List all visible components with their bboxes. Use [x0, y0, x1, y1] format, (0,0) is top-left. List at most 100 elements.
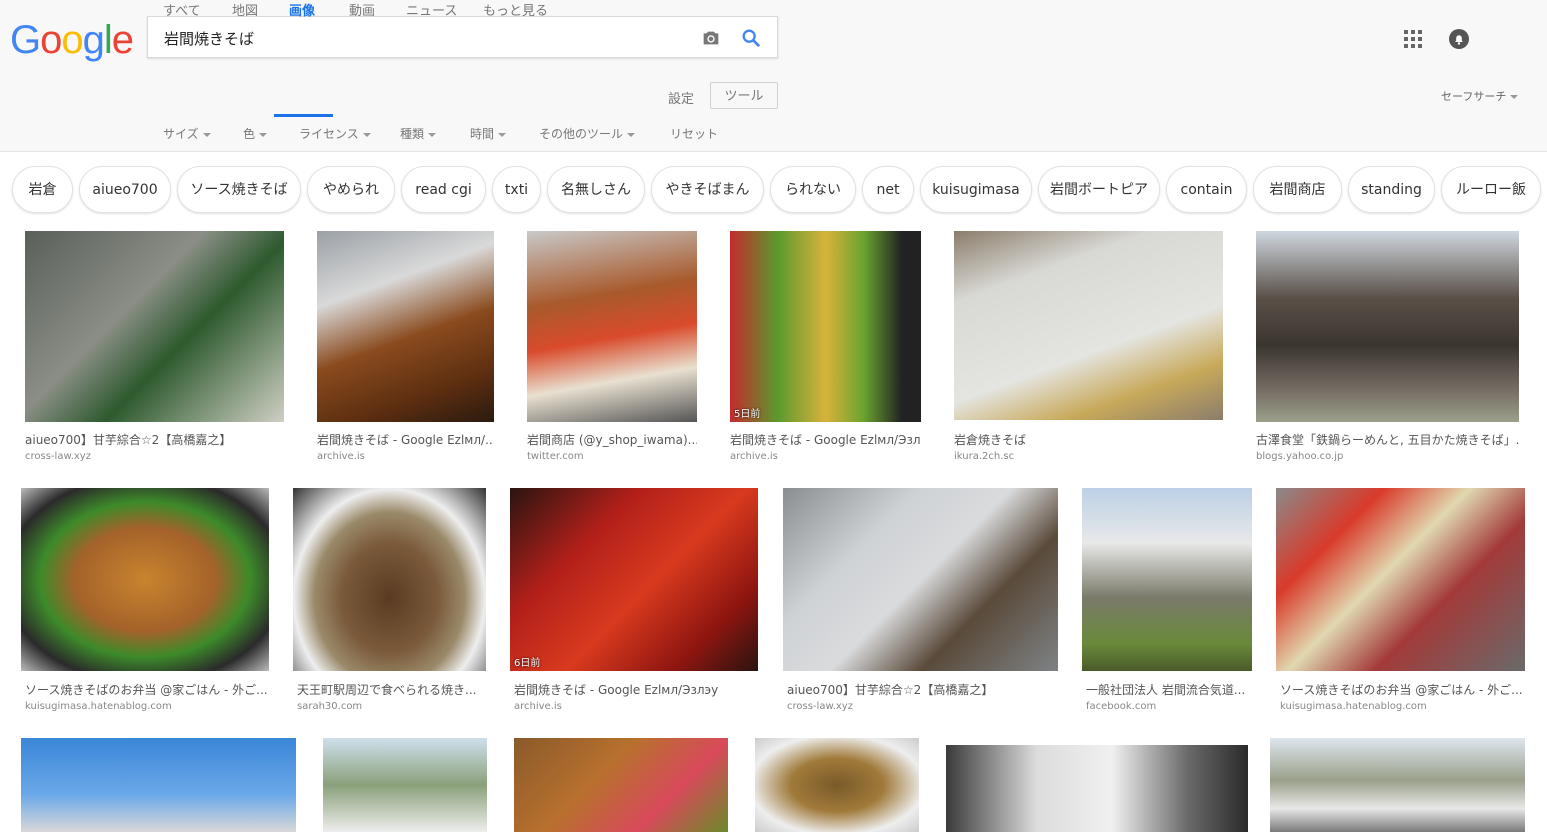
notifications-icon[interactable]: [1448, 28, 1470, 50]
caret-down-icon: [259, 132, 268, 137]
filter-size-label: サイズ: [163, 127, 199, 141]
result-title[interactable]: 岩間焼きそば - Google Ezlмл/Эзл...: [730, 431, 921, 448]
result-thumbnail[interactable]: [21, 488, 269, 671]
related-chip[interactable]: られない: [770, 166, 856, 213]
result-title[interactable]: 天王町駅周辺で食べられる焼き...: [297, 681, 486, 698]
related-chip[interactable]: read cgi: [401, 166, 486, 213]
search-box[interactable]: [147, 16, 778, 58]
result-title[interactable]: 古澤食堂「鉄鍋らーめんと, 五目かた焼きそば」...: [1256, 431, 1519, 448]
safesearch-label: セーフサーチ: [1441, 90, 1507, 103]
result-thumbnail[interactable]: 6日前: [510, 488, 758, 671]
filter-time-label: 時間: [470, 127, 495, 141]
related-chip[interactable]: ルーロー飯: [1441, 166, 1541, 213]
result-site: kuisugimasa.hatenablog.com: [25, 701, 172, 712]
result-thumbnail[interactable]: [293, 488, 486, 671]
tab-maps[interactable]: 地図: [232, 0, 258, 19]
logo-letter: l: [103, 18, 113, 62]
filter-color[interactable]: 色: [243, 125, 268, 142]
caret-down-icon: [498, 132, 507, 137]
caret-down-icon: [202, 132, 211, 137]
tab-videos[interactable]: 動画: [349, 0, 375, 19]
result-thumbnail[interactable]: [1082, 488, 1252, 671]
result-thumbnail[interactable]: [1276, 488, 1525, 671]
settings-link[interactable]: 設定: [668, 88, 694, 107]
filter-type[interactable]: 種類: [400, 125, 437, 142]
search-input[interactable]: [162, 23, 686, 53]
filter-license[interactable]: ライセンス: [299, 125, 371, 142]
related-chip[interactable]: やきそばまん: [651, 166, 764, 213]
related-chip[interactable]: ソース焼きそば: [177, 166, 301, 213]
logo-letter: e: [111, 18, 134, 62]
filter-other-tools[interactable]: その他のツール: [539, 125, 636, 142]
result-thumbnail[interactable]: [21, 738, 296, 832]
result-thumbnail[interactable]: [755, 738, 919, 832]
related-chip[interactable]: 岩倉: [12, 166, 73, 213]
result-thumbnail[interactable]: [317, 231, 494, 422]
related-chip[interactable]: kuisugimasa: [920, 166, 1032, 213]
filter-color-label: 色: [243, 127, 256, 141]
camera-icon[interactable]: [700, 27, 722, 49]
related-chip[interactable]: net: [862, 166, 914, 213]
result-thumbnail[interactable]: [514, 738, 728, 832]
logo-letter: o: [61, 18, 83, 62]
result-site: archive.is: [730, 451, 778, 462]
tab-images[interactable]: 画像: [289, 0, 315, 19]
result-title[interactable]: 岩間焼きそば - Google Ezlмл/Эзлэу: [514, 681, 758, 698]
result-site: sarah30.com: [297, 701, 363, 712]
filter-other-tools-label: その他のツール: [539, 127, 624, 141]
result-thumbnail[interactable]: [946, 745, 1248, 832]
result-age: 5日前: [734, 409, 761, 420]
logo-letter: G: [10, 18, 41, 62]
result-title[interactable]: 一般社団法人 岩間流合気道...: [1086, 681, 1252, 698]
result-title[interactable]: aiueo700】甘芋綜合☆2【高橋嘉之】: [25, 431, 284, 448]
result-site: cross-law.xyz: [25, 451, 91, 462]
result-thumbnail[interactable]: [1270, 738, 1525, 832]
result-title[interactable]: aiueo700】甘芋綜合☆2【高橋嘉之】: [787, 681, 1058, 698]
active-tab-indicator: [274, 114, 333, 117]
related-chip[interactable]: 名無しさん: [547, 166, 645, 213]
caret-down-icon: [428, 132, 437, 137]
result-site: ikura.2ch.sc: [954, 451, 1015, 462]
top-bar: Google すべて 地図 画像 動画 ニュース もっと見る 設定 ツール セー…: [0, 0, 1547, 152]
result-title[interactable]: ソース焼きそばのお弁当 @家ごはん - 外ご...: [1280, 681, 1525, 698]
result-thumbnail[interactable]: [527, 231, 697, 422]
related-chip[interactable]: txti: [492, 166, 541, 213]
result-site: kuisugimasa.hatenablog.com: [1280, 701, 1427, 712]
tools-button[interactable]: ツール: [710, 82, 778, 109]
result-title[interactable]: 岩間焼きそば - Google Ezlмл/...: [317, 431, 494, 448]
related-chip[interactable]: やめられ: [307, 166, 395, 213]
tab-news[interactable]: ニュース: [406, 0, 457, 19]
filter-time[interactable]: 時間: [470, 125, 507, 142]
result-thumbnail[interactable]: [1256, 231, 1519, 422]
filter-license-label: ライセンス: [299, 127, 359, 141]
filter-size[interactable]: サイズ: [163, 125, 211, 142]
tab-more[interactable]: もっと見る: [483, 0, 548, 19]
filter-reset[interactable]: リセット: [670, 125, 718, 142]
safesearch-menu[interactable]: セーフサーチ: [1441, 88, 1519, 104]
apps-grid-icon[interactable]: [1404, 30, 1422, 48]
result-site: archive.is: [317, 451, 365, 462]
result-thumbnail[interactable]: [25, 231, 284, 422]
caret-down-icon: [1510, 95, 1519, 99]
related-chip[interactable]: 岩間商店: [1253, 166, 1342, 213]
related-chip[interactable]: 岩間ボートピア: [1038, 166, 1160, 213]
related-chip[interactable]: contain: [1166, 166, 1247, 213]
result-title[interactable]: ソース焼きそばのお弁当 @家ごはん - 外ご...: [25, 681, 269, 698]
caret-down-icon: [627, 132, 636, 137]
result-site: twitter.com: [527, 451, 584, 462]
result-title[interactable]: 岩倉焼きそば: [954, 431, 1223, 448]
result-thumbnail[interactable]: [783, 488, 1058, 671]
caret-down-icon: [362, 132, 371, 137]
result-thumbnail[interactable]: [323, 738, 487, 832]
related-chip[interactable]: standing: [1348, 166, 1435, 213]
search-icon[interactable]: [740, 27, 762, 49]
result-title[interactable]: 岩間商店 (@y_shop_iwama)...: [527, 431, 697, 448]
result-site: facebook.com: [1086, 701, 1157, 712]
result-site: cross-law.xyz: [787, 701, 853, 712]
related-chip[interactable]: aiueo700: [79, 166, 171, 213]
result-site: blogs.yahoo.co.jp: [1256, 451, 1344, 462]
google-logo[interactable]: Google: [10, 16, 134, 64]
result-thumbnail[interactable]: 5日前: [730, 231, 921, 422]
result-thumbnail[interactable]: [954, 231, 1223, 420]
tab-all[interactable]: すべて: [163, 0, 201, 19]
